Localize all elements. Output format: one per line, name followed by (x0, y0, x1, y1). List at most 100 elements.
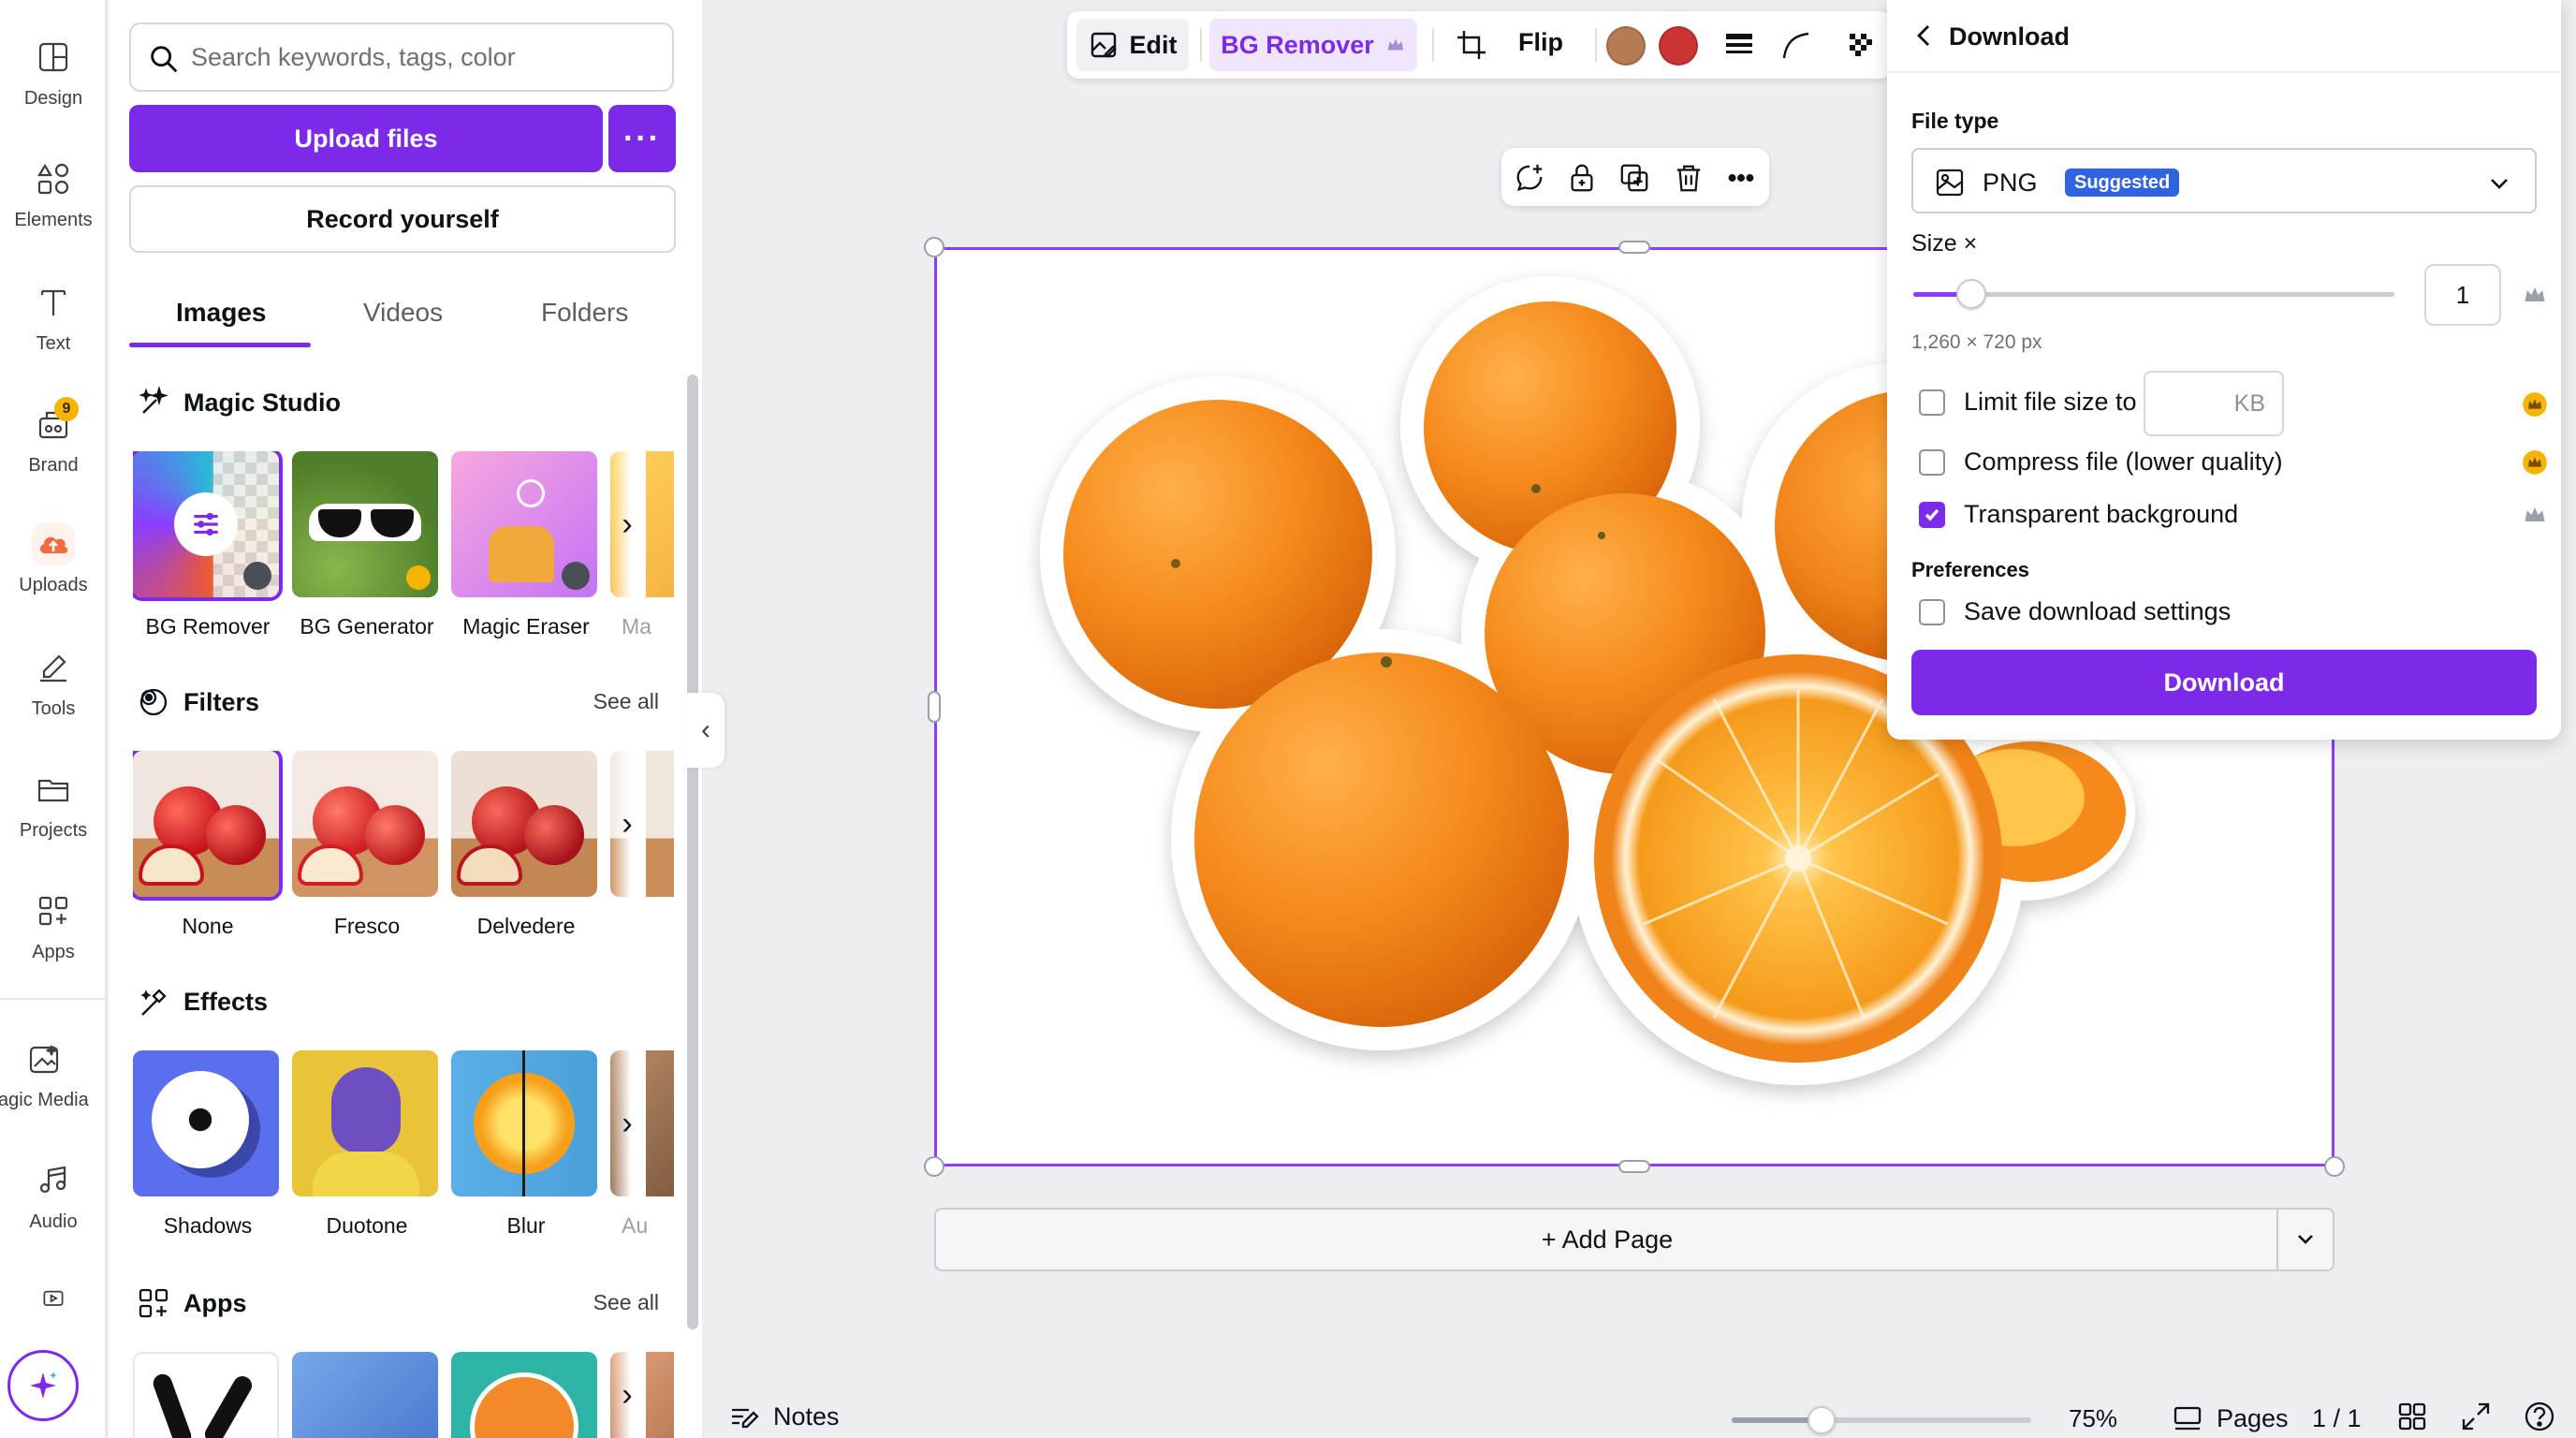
page-count: 1 / 1 (2312, 1404, 2362, 1432)
zoom-slider-thumb[interactable] (1808, 1406, 1836, 1434)
rail-item-text[interactable]: Text (0, 273, 107, 376)
rail-item-magic-media[interactable]: agic Media (0, 1030, 107, 1133)
rail-item-projects[interactable]: Projects (0, 760, 107, 863)
filters-see-all-link[interactable]: See all (593, 689, 659, 714)
rail-item-extra[interactable] (0, 1275, 107, 1322)
more-options-button[interactable]: ··· (608, 105, 676, 172)
effects-next-button[interactable]: › (608, 1050, 646, 1196)
crown-icon (2522, 502, 2548, 528)
magic-bg-generator[interactable]: BG Generator (292, 451, 442, 639)
notes-button[interactable]: Notes (728, 1401, 840, 1432)
transparent-background-option[interactable]: Transparent background (1919, 500, 2238, 529)
limit-file-size-checkbox[interactable] (1919, 389, 1945, 416)
add-page-button[interactable]: + Add Page (936, 1210, 2278, 1269)
size-input[interactable]: 1 (2424, 264, 2501, 326)
upload-files-button[interactable]: Upload files (129, 105, 603, 172)
compress-file-option[interactable]: Compress file (lower quality) (1919, 448, 2283, 477)
compress-file-checkbox[interactable] (1919, 448, 1945, 476)
apps-next-button[interactable]: › (608, 1352, 646, 1438)
color-swatch-brown[interactable] (1606, 26, 1646, 66)
folder-icon (32, 768, 75, 811)
app-tile-2[interactable] (292, 1352, 442, 1438)
edit-image-button[interactable]: Edit (1076, 19, 1189, 71)
save-download-settings-checkbox[interactable] (1919, 598, 1945, 625)
more-actions-button[interactable] (1722, 159, 1760, 197)
download-title: Download (1949, 22, 2070, 51)
delete-button[interactable] (1670, 159, 1707, 197)
transparency-button[interactable] (1840, 24, 1881, 66)
back-button[interactable] (1911, 21, 1939, 52)
record-yourself-button[interactable]: Record yourself (129, 185, 676, 253)
filters-title: Filters (137, 685, 259, 719)
rail-item-brand[interactable]: 9 Brand (0, 395, 107, 498)
apps-see-all-link[interactable]: See all (593, 1290, 659, 1315)
file-size-limit-input[interactable]: KB (2144, 371, 2284, 436)
resize-handle-bottom-right[interactable] (2324, 1156, 2345, 1177)
border-style-button[interactable] (1719, 24, 1760, 66)
resize-handle-top-left[interactable] (924, 237, 944, 257)
magic-eraser[interactable]: Magic Eraser (451, 451, 601, 639)
line-weight-icon (1726, 34, 1752, 53)
rail-item-elements[interactable]: Elements (0, 150, 107, 253)
effect-duotone[interactable]: Duotone (292, 1050, 442, 1239)
comment-button[interactable] (1511, 159, 1548, 197)
app-tile-1[interactable] (133, 1352, 283, 1438)
tab-folders[interactable]: Folders (541, 298, 628, 328)
lock-button[interactable] (1563, 159, 1601, 197)
magic-bg-remover[interactable]: BG Remover (133, 451, 283, 639)
filter-none[interactable]: None (133, 751, 283, 939)
uploads-panel: Search keywords, tags, color Upload file… (109, 0, 702, 1438)
rail-item-design[interactable]: Design (0, 28, 107, 131)
bg-remover-button[interactable]: BG Remover (1209, 19, 1417, 71)
pages-button[interactable]: Pages (2172, 1402, 2289, 1434)
filter-delvedere[interactable]: Delvedere (451, 751, 601, 939)
help-button[interactable] (2524, 1401, 2557, 1434)
color-swatch-red[interactable] (1659, 26, 1698, 66)
comment-add-icon (1516, 164, 1543, 191)
resize-handle-left[interactable] (928, 691, 941, 723)
rail-item-audio[interactable]: Audio (0, 1152, 107, 1255)
collapse-panel-button[interactable]: ‹ (687, 693, 724, 768)
corner-radius-icon (1782, 32, 1809, 59)
fullscreen-button[interactable] (2460, 1401, 2494, 1434)
tab-videos[interactable]: Videos (363, 298, 443, 328)
grid-view-button[interactable] (2396, 1401, 2430, 1434)
limit-file-size-option[interactable]: Limit file size to (1919, 388, 2137, 417)
magic-studio-title: Magic Studio (137, 386, 341, 419)
size-slider[interactable] (1913, 279, 2394, 309)
transparent-background-checkbox[interactable] (1919, 501, 1945, 528)
rail-item-tools[interactable]: Tools (0, 638, 107, 741)
tab-images[interactable]: Images (176, 298, 267, 328)
pen-icon (32, 646, 75, 689)
brand-badge: 9 (54, 397, 79, 421)
resize-handle-bottom[interactable] (1618, 1160, 1650, 1173)
magic-media-icon (22, 1037, 66, 1080)
size-slider-thumb[interactable] (1955, 279, 1986, 309)
resize-handle-top[interactable] (1618, 241, 1650, 254)
resize-handle-bottom-left[interactable] (924, 1156, 944, 1177)
crop-button[interactable] (1451, 24, 1492, 66)
effect-blur[interactable]: Blur (451, 1050, 601, 1239)
panel-scrollbar[interactable] (687, 374, 698, 1329)
zoom-slider[interactable] (1732, 1406, 2031, 1434)
flip-button[interactable]: Flip (1518, 28, 1563, 57)
download-button[interactable]: Download (1911, 650, 2537, 715)
rail-item-uploads[interactable]: Uploads (0, 515, 107, 618)
rail-item-apps[interactable]: Apps (0, 882, 107, 985)
crown-premium-icon (2522, 449, 2548, 476)
file-type-select[interactable]: PNG Suggested (1911, 148, 2537, 213)
magic-studio-next-button[interactable]: › (608, 451, 646, 597)
shapes-icon (32, 157, 75, 200)
rail-divider (0, 998, 107, 1000)
add-page-options-button[interactable] (2276, 1210, 2333, 1269)
magic-assistant-button[interactable] (7, 1350, 79, 1421)
save-download-settings-option[interactable]: Save download settings (1919, 597, 2231, 626)
corner-rounding-button[interactable] (1775, 24, 1816, 66)
filter-fresco[interactable]: Fresco (292, 751, 442, 939)
effect-shadows[interactable]: Shadows (133, 1050, 283, 1239)
duplicate-button[interactable] (1616, 159, 1653, 197)
zoom-level[interactable]: 75% (2069, 1404, 2117, 1433)
filters-next-button[interactable]: › (608, 751, 646, 897)
search-input[interactable]: Search keywords, tags, color (129, 22, 674, 92)
app-tile-3[interactable] (451, 1352, 601, 1438)
